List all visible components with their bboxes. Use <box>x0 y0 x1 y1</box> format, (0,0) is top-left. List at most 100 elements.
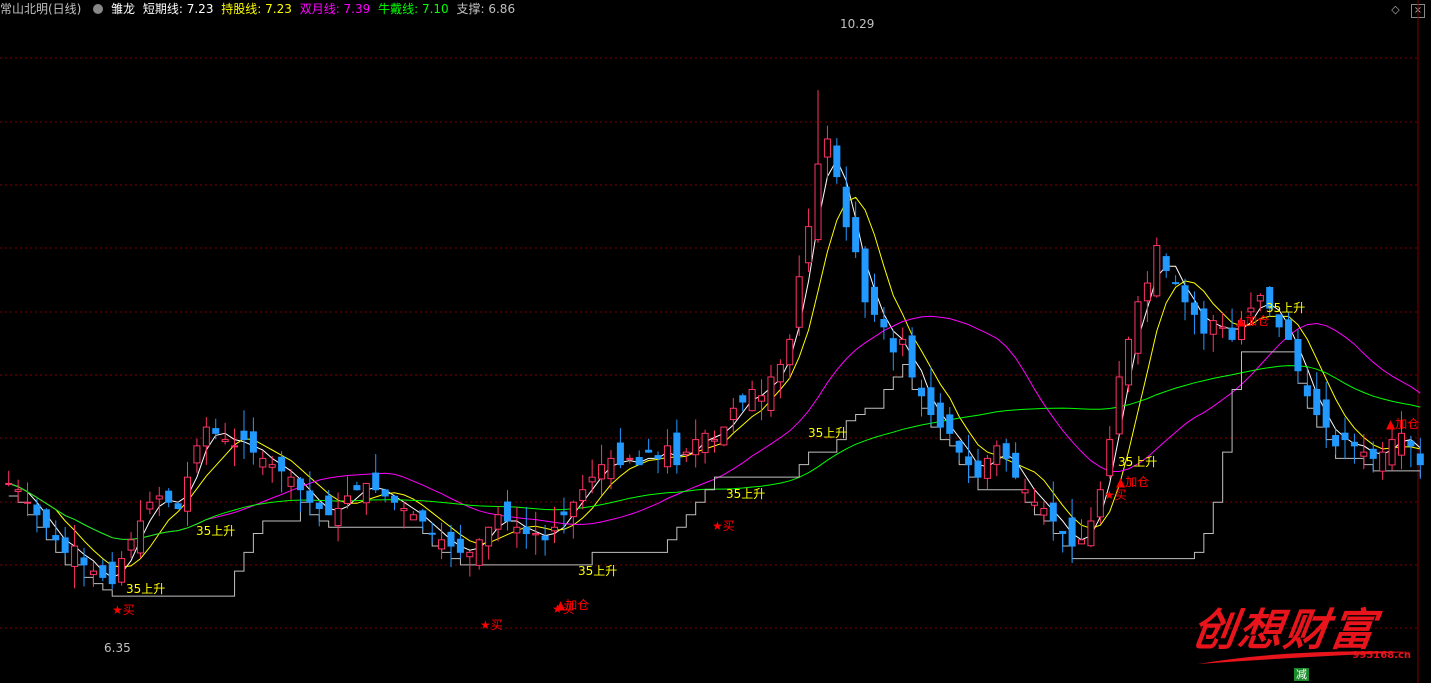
candle-body <box>983 457 991 479</box>
candle-body <box>974 460 982 478</box>
candle-body <box>1143 282 1151 302</box>
candle-body <box>296 478 304 491</box>
candle-body <box>71 545 79 567</box>
annotation-label: 6.35 <box>104 641 131 655</box>
annotation-label: 35上升 <box>1266 301 1305 315</box>
candle-body <box>1209 320 1217 335</box>
candle-body <box>5 482 13 485</box>
annotation-label: 35上升 <box>1118 455 1157 469</box>
candle-body <box>1313 388 1321 416</box>
candle-body <box>287 476 295 487</box>
annotation-label: ▲加仓 <box>1236 314 1269 328</box>
bottom-tag[interactable]: 减 <box>1294 668 1309 681</box>
candles <box>5 90 1424 589</box>
candle-body <box>475 539 483 566</box>
candle-body <box>1190 302 1198 315</box>
candle-body <box>259 457 267 468</box>
candle-body <box>541 535 549 541</box>
candle-body <box>61 537 69 553</box>
hold-line <box>8 196 1421 568</box>
candle-body <box>400 507 408 512</box>
candle-body <box>466 551 474 558</box>
candle-body <box>673 432 681 466</box>
candle-body <box>588 476 596 483</box>
candle-body <box>372 472 380 491</box>
candle-body <box>758 395 766 402</box>
candle-body <box>315 502 323 509</box>
candle-body <box>852 217 860 253</box>
candle-body <box>42 509 50 528</box>
candle-body <box>626 457 634 460</box>
candle-body <box>1341 432 1349 441</box>
candle-body <box>1059 530 1067 535</box>
candle-body <box>52 535 60 541</box>
candle-body <box>1256 295 1264 302</box>
annotation-label: 35上升 <box>126 582 165 596</box>
candle-body <box>80 557 88 566</box>
candle-body <box>616 442 624 466</box>
candle-body <box>1200 308 1208 334</box>
candle-body <box>635 457 643 466</box>
candle-body <box>419 510 427 522</box>
candle-body <box>428 532 436 535</box>
short-line <box>8 158 1421 578</box>
candle-body <box>1416 453 1424 466</box>
candle-body <box>174 503 182 509</box>
support-line <box>8 351 1421 597</box>
candle-body <box>569 501 577 518</box>
candle-body <box>1360 451 1368 457</box>
candle-body <box>1087 520 1095 547</box>
candle-body <box>598 464 606 480</box>
candle-body <box>1078 539 1086 545</box>
candle-body <box>692 439 700 456</box>
candle-body <box>155 495 163 500</box>
candle-body <box>842 186 850 228</box>
candle-body <box>1115 376 1123 435</box>
annotation-label: ★买 <box>1104 488 1127 502</box>
candle-body <box>1294 338 1302 372</box>
candle-body <box>522 526 530 535</box>
candlestick-chart: 10.29 6.35 35上升 35上升 35上升 35上升 35上升 35上升 35上升 ★买 ★… <box>0 0 1424 683</box>
candle-body <box>936 402 944 428</box>
annotation-label: ★买 <box>112 603 135 617</box>
candle-body <box>993 445 1001 465</box>
candle-body <box>231 445 239 448</box>
candle-body <box>391 495 399 503</box>
candle-body <box>1181 285 1189 303</box>
candle-body <box>927 387 935 416</box>
candle-body <box>513 526 521 534</box>
candle-body <box>795 276 803 328</box>
candle-body <box>767 376 775 412</box>
candle-body <box>786 338 794 366</box>
annotation-label: ★买 <box>712 519 735 533</box>
annotations: 10.29 6.35 35上升 35上升 35上升 35上升 35上升 35上升 35上升 ★买 ★… <box>104 17 1419 655</box>
candle-body <box>870 286 878 315</box>
candle-body <box>965 456 973 466</box>
candle-body <box>955 440 963 453</box>
candle-body <box>362 482 370 504</box>
candle-body <box>1002 443 1010 459</box>
candle-body <box>729 407 737 421</box>
candle-body <box>1397 432 1405 456</box>
candle-body <box>776 363 784 383</box>
candle-body <box>1388 439 1396 466</box>
candle-body <box>136 520 144 554</box>
brand-watermark: 创想财富 995168.cn <box>1189 588 1423 680</box>
candle-body <box>1369 448 1377 459</box>
candle-body <box>89 570 97 576</box>
candle-body <box>183 476 192 512</box>
candle-body <box>579 489 587 502</box>
candle-body <box>127 539 135 551</box>
candle-body <box>334 507 342 527</box>
candle-body <box>710 439 719 442</box>
candle-body <box>880 318 888 328</box>
candle-body <box>24 501 32 504</box>
brand-url: 995168.cn <box>1352 650 1411 661</box>
candle-body <box>720 426 728 446</box>
annotation-label: 35上升 <box>808 426 847 440</box>
candle-body <box>654 455 662 459</box>
candle-body <box>532 533 540 536</box>
candle-body <box>701 432 709 454</box>
candle-body <box>551 526 559 532</box>
annotation-label: 35上升 <box>726 487 765 501</box>
